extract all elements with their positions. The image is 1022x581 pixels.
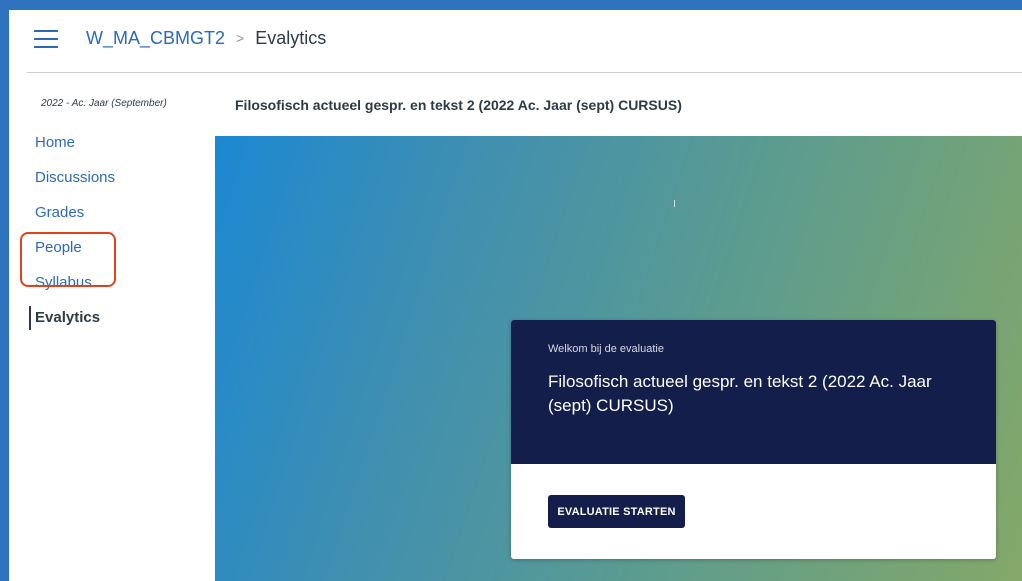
term-label: 2022 - Ac. Jaar (September) (41, 98, 167, 109)
breadcrumb-separator: > (236, 30, 245, 46)
course-title: Filosofisch actueel gespr. en tekst 2 (2… (235, 97, 682, 113)
sidebar-item-evalytics[interactable]: Evalytics (29, 306, 115, 330)
evaluation-card-header: Welkom bij de evaluatie Filosofisch actu… (511, 320, 996, 464)
breadcrumb: W_MA_CBMGT2 > Evalytics (86, 28, 326, 49)
course-nav-list: Home Discussions Grades People Syllabus … (29, 133, 115, 330)
app-content: W_MA_CBMGT2 > Evalytics 2022 - Ac. Jaar … (9, 10, 1022, 581)
breadcrumb-current: Evalytics (255, 28, 327, 48)
evaluation-course-title: Filosofisch actueel gespr. en tekst 2 (2… (548, 372, 932, 415)
banner-mark (674, 200, 675, 207)
window-frame-top (0, 0, 1022, 10)
course-nav-sidebar: 2022 - Ac. Jaar (September) Home Discuss… (9, 73, 209, 581)
sidebar-item-home[interactable]: Home (35, 133, 115, 168)
start-evaluation-button[interactable]: EVALUATIE STARTEN (548, 495, 685, 528)
welcome-text: Welkom bij de evaluatie (548, 343, 664, 355)
top-bar: W_MA_CBMGT2 > Evalytics (9, 10, 1022, 72)
sidebar-item-people[interactable]: People (35, 238, 115, 273)
sidebar-item-syllabus[interactable]: Syllabus (35, 273, 115, 308)
window-frame-left (0, 0, 9, 581)
breadcrumb-course-link[interactable]: W_MA_CBMGT2 (86, 28, 225, 48)
sidebar-item-grades[interactable]: Grades (35, 203, 115, 238)
sidebar-item-discussions[interactable]: Discussions (35, 168, 115, 203)
evaluation-card: Welkom bij de evaluatie Filosofisch actu… (511, 320, 996, 559)
hamburger-icon[interactable] (34, 30, 58, 48)
